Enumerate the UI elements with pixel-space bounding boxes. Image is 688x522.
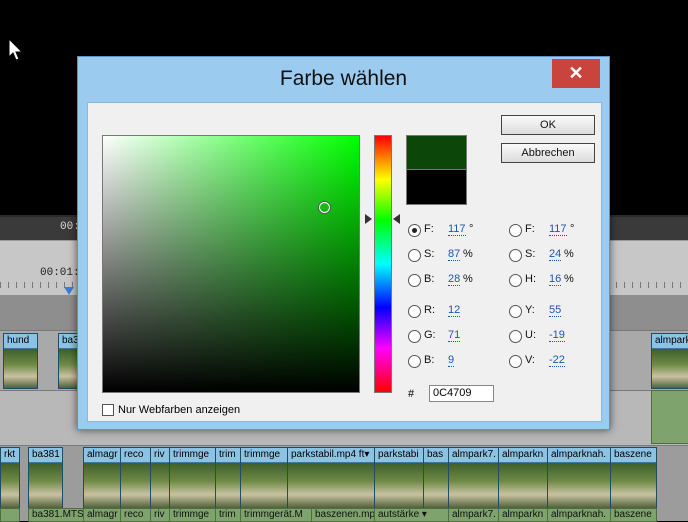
previous-color-swatch [406,169,467,205]
timeline-clip[interactable]: riv [150,447,170,509]
playhead-marker[interactable] [64,287,74,295]
hsl-saturation-value[interactable]: 24 [549,248,562,261]
yuv-v-value[interactable]: -22 [549,354,565,367]
rgb-green-value[interactable]: 71 [448,329,461,342]
new-color-swatch [406,135,467,170]
yuv-u-row[interactable]: U: -19 [509,329,599,345]
hex-color-input[interactable]: 0C4709 [429,385,494,402]
saturation-brightness-field[interactable] [102,135,360,393]
yuv-v-row[interactable]: V: -22 [509,354,599,370]
hsb-hue-radio[interactable] [408,224,421,237]
hex-prefix: # [408,388,415,400]
hsl-hue-row[interactable]: F: 117 ° [509,223,599,239]
color-picker-dialog: Farbe wählen ✕ OK Abbrechen F: 117 ° S: … [77,56,610,430]
yuv-v-radio[interactable] [509,355,522,368]
timeline-clip[interactable]: hund [3,333,38,389]
hue-slider[interactable] [374,135,392,393]
timeline-clip[interactable]: trim [215,447,241,509]
timeline-clip[interactable]: trimmge [240,447,288,509]
rgb-green-radio[interactable] [408,330,421,343]
yuv-u-radio[interactable] [509,330,522,343]
timeline-clip[interactable]: bas [423,447,449,509]
timeline-clip[interactable]: rkt [0,447,20,509]
hsb-saturation-radio[interactable] [408,249,421,262]
rgb-red-row[interactable]: R: 12 [408,304,498,320]
hsb-brightness-radio[interactable] [408,274,421,287]
timeline-clip[interactable]: reco [120,447,151,509]
hsl-lightness-row[interactable]: H: 16 % [509,273,599,289]
hsb-saturation-value[interactable]: 87 [448,248,461,261]
timeline-clip[interactable]: almpark7. [448,447,499,509]
yuv-y-row[interactable]: Y: 55 [509,304,599,320]
timeline-clip[interactable]: parkstabi [374,447,424,509]
hsb-brightness-value[interactable]: 28 [448,273,461,286]
hsb-hue-row[interactable]: F: 117 ° [408,223,498,239]
dialog-title: Farbe wählen [279,67,408,90]
hsl-lightness-value[interactable]: 16 [549,273,562,286]
rgb-blue-row[interactable]: B: 9 [408,354,498,370]
close-button[interactable]: ✕ [552,59,600,88]
audio-clip[interactable] [651,390,688,444]
timeline-clip[interactable]: baszene [610,447,657,509]
timeline-clip[interactable]: parkstabil.mp4 ft▾ [287,447,375,509]
timeline-clip[interactable]: almpark [651,333,688,389]
rgb-green-row[interactable]: G: 71 [408,329,498,345]
rgb-red-value[interactable]: 12 [448,304,461,317]
web-colors-checkbox[interactable] [102,404,114,416]
yuv-y-radio[interactable] [509,305,522,318]
close-icon: ✕ [568,63,584,83]
color-selector-circle[interactable] [319,202,330,213]
timeline-clip[interactable]: almagr [83,447,121,509]
cancel-button[interactable]: Abbrechen [501,143,595,163]
hsl-hue-radio[interactable] [509,224,522,237]
hsl-saturation-row[interactable]: S: 24 % [509,248,599,264]
timeline-clip[interactable]: almparkn [498,447,548,509]
timeline-clip[interactable]: trimmge [169,447,216,509]
hue-slider-handle-right[interactable] [393,214,400,224]
rgb-red-radio[interactable] [408,305,421,318]
ok-button[interactable]: OK [501,115,595,135]
yuv-u-value[interactable]: -19 [549,329,565,342]
yuv-y-value[interactable]: 55 [549,304,562,317]
timeline-clip[interactable]: ba381 [28,447,63,509]
hsb-brightness-row[interactable]: B: 28 % [408,273,498,289]
rgb-blue-value[interactable]: 9 [448,354,455,367]
dialog-body: OK Abbrechen F: 117 ° S: 87 % B: 28 % F:… [87,102,602,422]
timeline-clip[interactable]: almparknah. [547,447,611,509]
hsl-saturation-radio[interactable] [509,249,522,262]
hsl-hue-value[interactable]: 117 [549,223,567,236]
hsl-lightness-radio[interactable] [509,274,522,287]
rgb-blue-radio[interactable] [408,355,421,368]
hue-slider-handle-left[interactable] [365,214,372,224]
hsb-hue-value[interactable]: 117 [448,223,466,236]
hsb-saturation-row[interactable]: S: 87 % [408,248,498,264]
